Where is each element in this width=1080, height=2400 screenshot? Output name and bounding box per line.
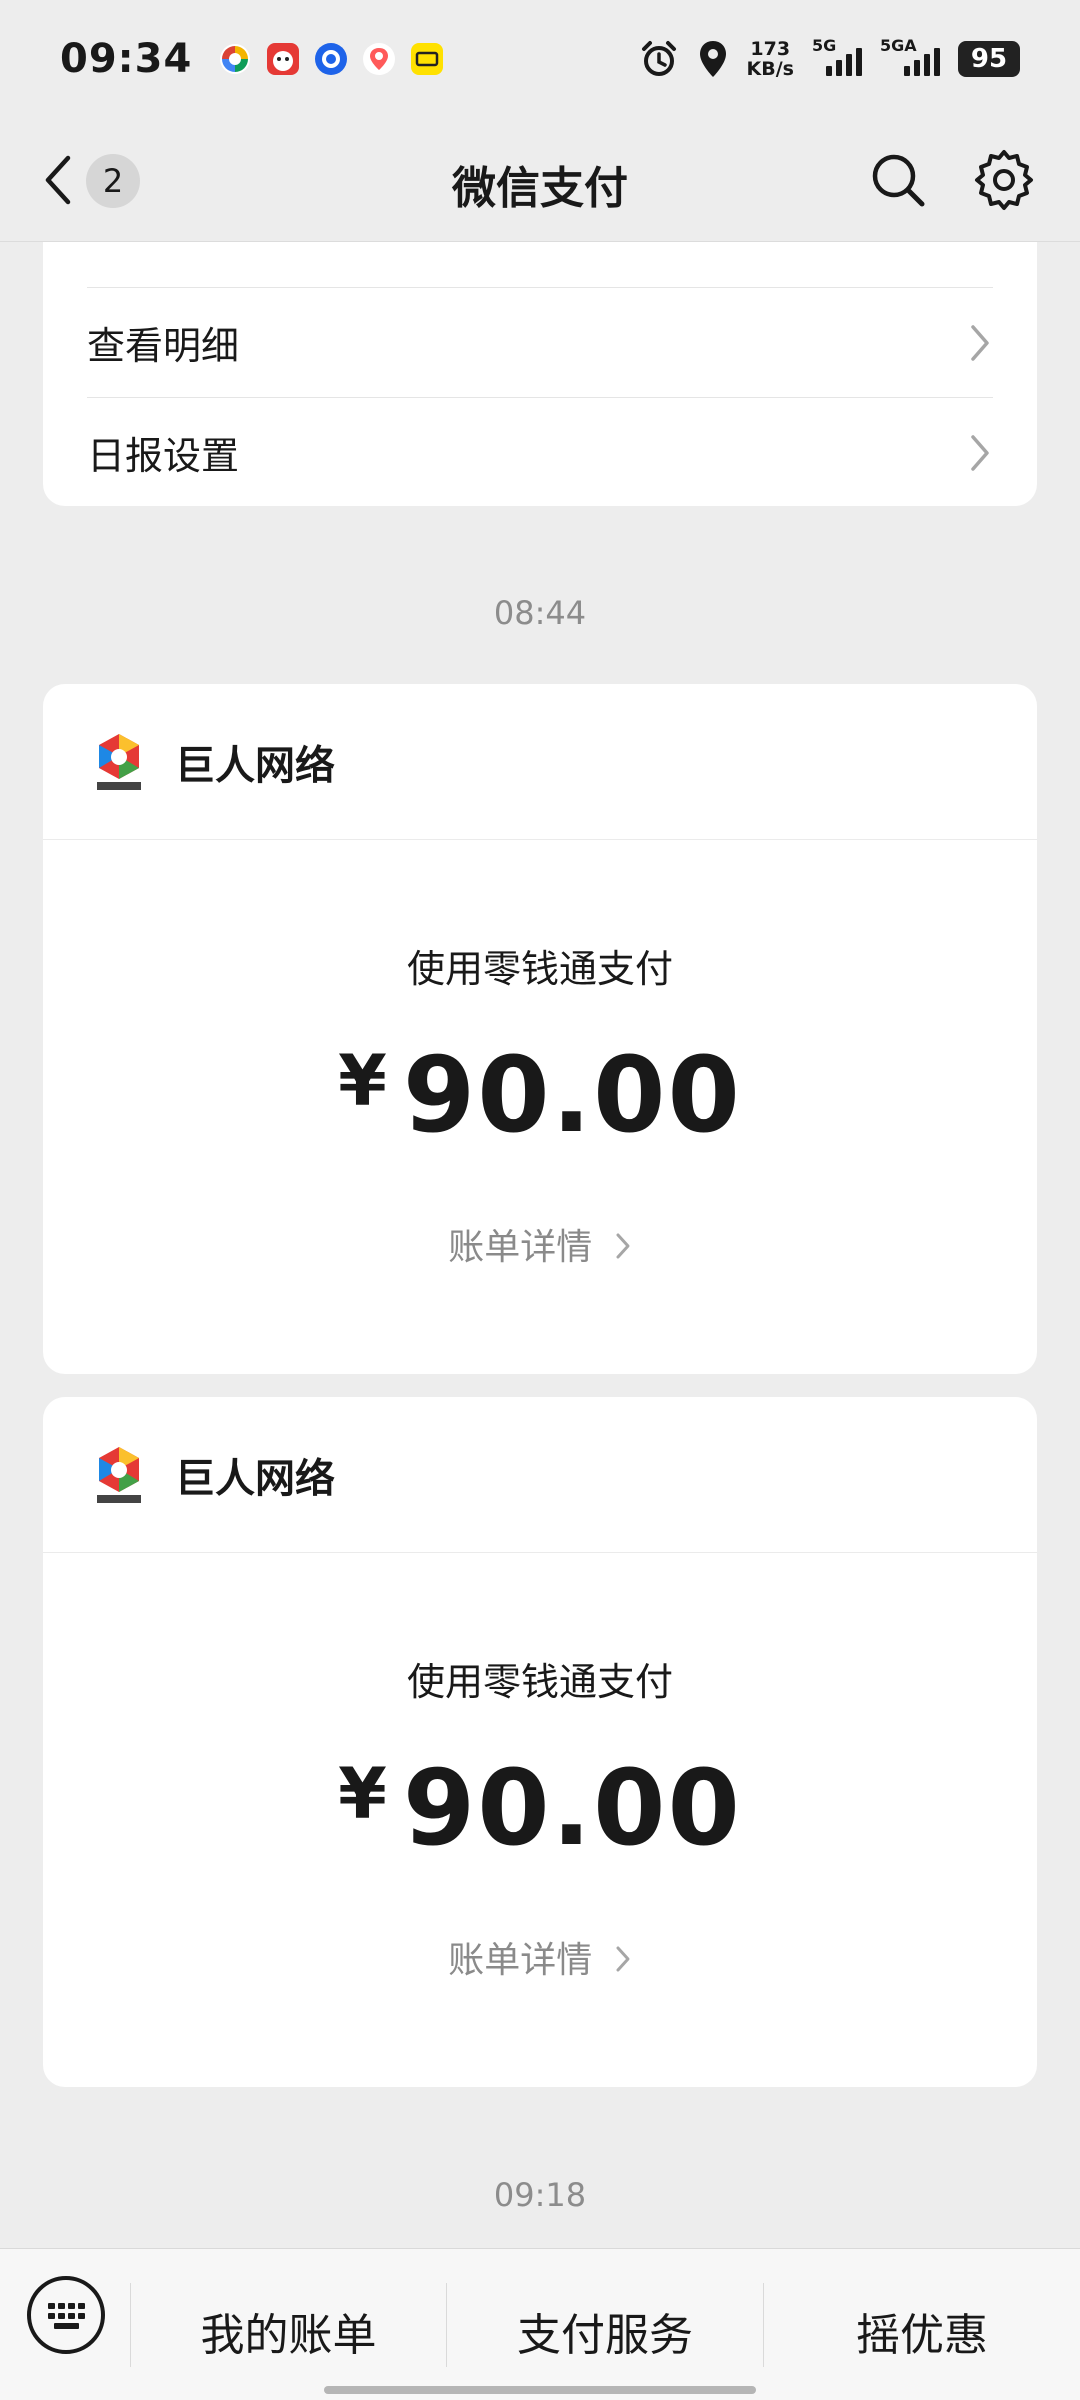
payment-amount: ¥90.00 [43, 1747, 1037, 1869]
home-indicator[interactable] [324, 2386, 756, 2394]
bill-detail-link[interactable]: 账单详情 [43, 1218, 1037, 1270]
keyboard-icon[interactable] [24, 2273, 108, 2357]
tab-payment-services[interactable]: 支付服务 [447, 2283, 763, 2379]
menu-item-label: 查看明细 [87, 324, 240, 368]
payment-card[interactable]: 巨人网络 使用零钱通支付 ¥90.00 账单详情 [43, 1397, 1037, 2087]
tab-my-bills[interactable]: 我的账单 [131, 2283, 446, 2379]
signal-sim2: 5GA [880, 36, 940, 76]
wechat-pay-screen: 09:34 173 KB/s 5G 5GA 95 2 微信支付 查看明细 日报设… [0, 0, 1080, 2400]
chevron-right-icon [971, 434, 989, 471]
payment-card-header: 巨人网络 [43, 684, 1037, 840]
message-timestamp: 08:44 [493, 594, 587, 632]
payment-method: 使用零钱通支付 [406, 947, 673, 991]
bottom-menu-bar: 我的账单 支付服务 摇优惠 [0, 2248, 1080, 2400]
search-icon[interactable] [868, 150, 928, 210]
signal-bar [924, 54, 930, 76]
tab-shake-offers[interactable]: 摇优惠 [764, 2283, 1080, 2379]
signal-bar [904, 66, 910, 76]
sim2-label: 5GA [880, 36, 917, 55]
app-notification-icon [315, 43, 348, 75]
network-speed-unit: KB/s [746, 58, 794, 80]
map-pin-notification-icon [363, 43, 396, 75]
notification-icons [218, 42, 444, 76]
signal-bar [856, 48, 862, 76]
signal-bar [914, 60, 920, 76]
payment-method: 使用零钱通支付 [406, 1660, 673, 1704]
bill-detail-label: 账单详情 [448, 1940, 593, 1981]
payment-card-header: 巨人网络 [43, 1397, 1037, 1553]
bill-detail-link[interactable]: 账单详情 [43, 1931, 1037, 1983]
menu-card: 查看明细 日报设置 [43, 242, 1037, 506]
signal-bar [934, 48, 940, 76]
merchant-logo-icon [97, 1446, 141, 1503]
amount-value: 90.00 [402, 1034, 742, 1156]
merchant-name: 巨人网络 [175, 742, 335, 789]
status-bar: 09:34 173 KB/s 5G 5GA 95 [0, 0, 1080, 118]
app-notification-icon [267, 43, 300, 75]
menu-item-view-details[interactable]: 查看明细 [87, 287, 993, 397]
bill-detail-label: 账单详情 [448, 1227, 593, 1268]
menu-item-daily-report-settings[interactable]: 日报设置 [87, 397, 993, 507]
signal-bar [826, 66, 832, 76]
navigation-bar: 2 微信支付 [0, 118, 1080, 242]
status-right: 173 KB/s 5G 5GA 95 [639, 36, 1020, 79]
message-timestamp: 09:18 [493, 2176, 587, 2214]
chevron-right-icon [616, 1946, 630, 1972]
battery-indicator: 95 [958, 41, 1020, 77]
currency-symbol: ¥ [338, 1040, 389, 1122]
alarm-icon [641, 41, 676, 76]
network-speed-value: 173 [750, 38, 791, 60]
merchant-logo-icon [97, 733, 141, 790]
signal-sim1: 5G [812, 36, 862, 76]
menu-item-label: 日报设置 [87, 434, 240, 478]
amount-value: 90.00 [402, 1747, 742, 1869]
location-icon [699, 41, 726, 77]
app-notification-icon [220, 44, 251, 74]
status-time: 09:34 [60, 36, 193, 82]
chevron-right-icon [616, 1233, 630, 1259]
signal-bar [846, 54, 852, 76]
app-notification-icon [411, 43, 444, 75]
payment-card[interactable]: 巨人网络 使用零钱通支付 ¥90.00 账单详情 [43, 684, 1037, 1374]
gear-icon[interactable] [972, 148, 1036, 212]
chevron-right-icon [971, 324, 989, 361]
currency-symbol: ¥ [338, 1753, 389, 1835]
payment-amount: ¥90.00 [43, 1034, 1037, 1156]
signal-bar [836, 60, 842, 76]
merchant-name: 巨人网络 [175, 1455, 335, 1502]
network-speed: 173 KB/s [747, 39, 794, 79]
sim1-label: 5G [812, 36, 837, 55]
